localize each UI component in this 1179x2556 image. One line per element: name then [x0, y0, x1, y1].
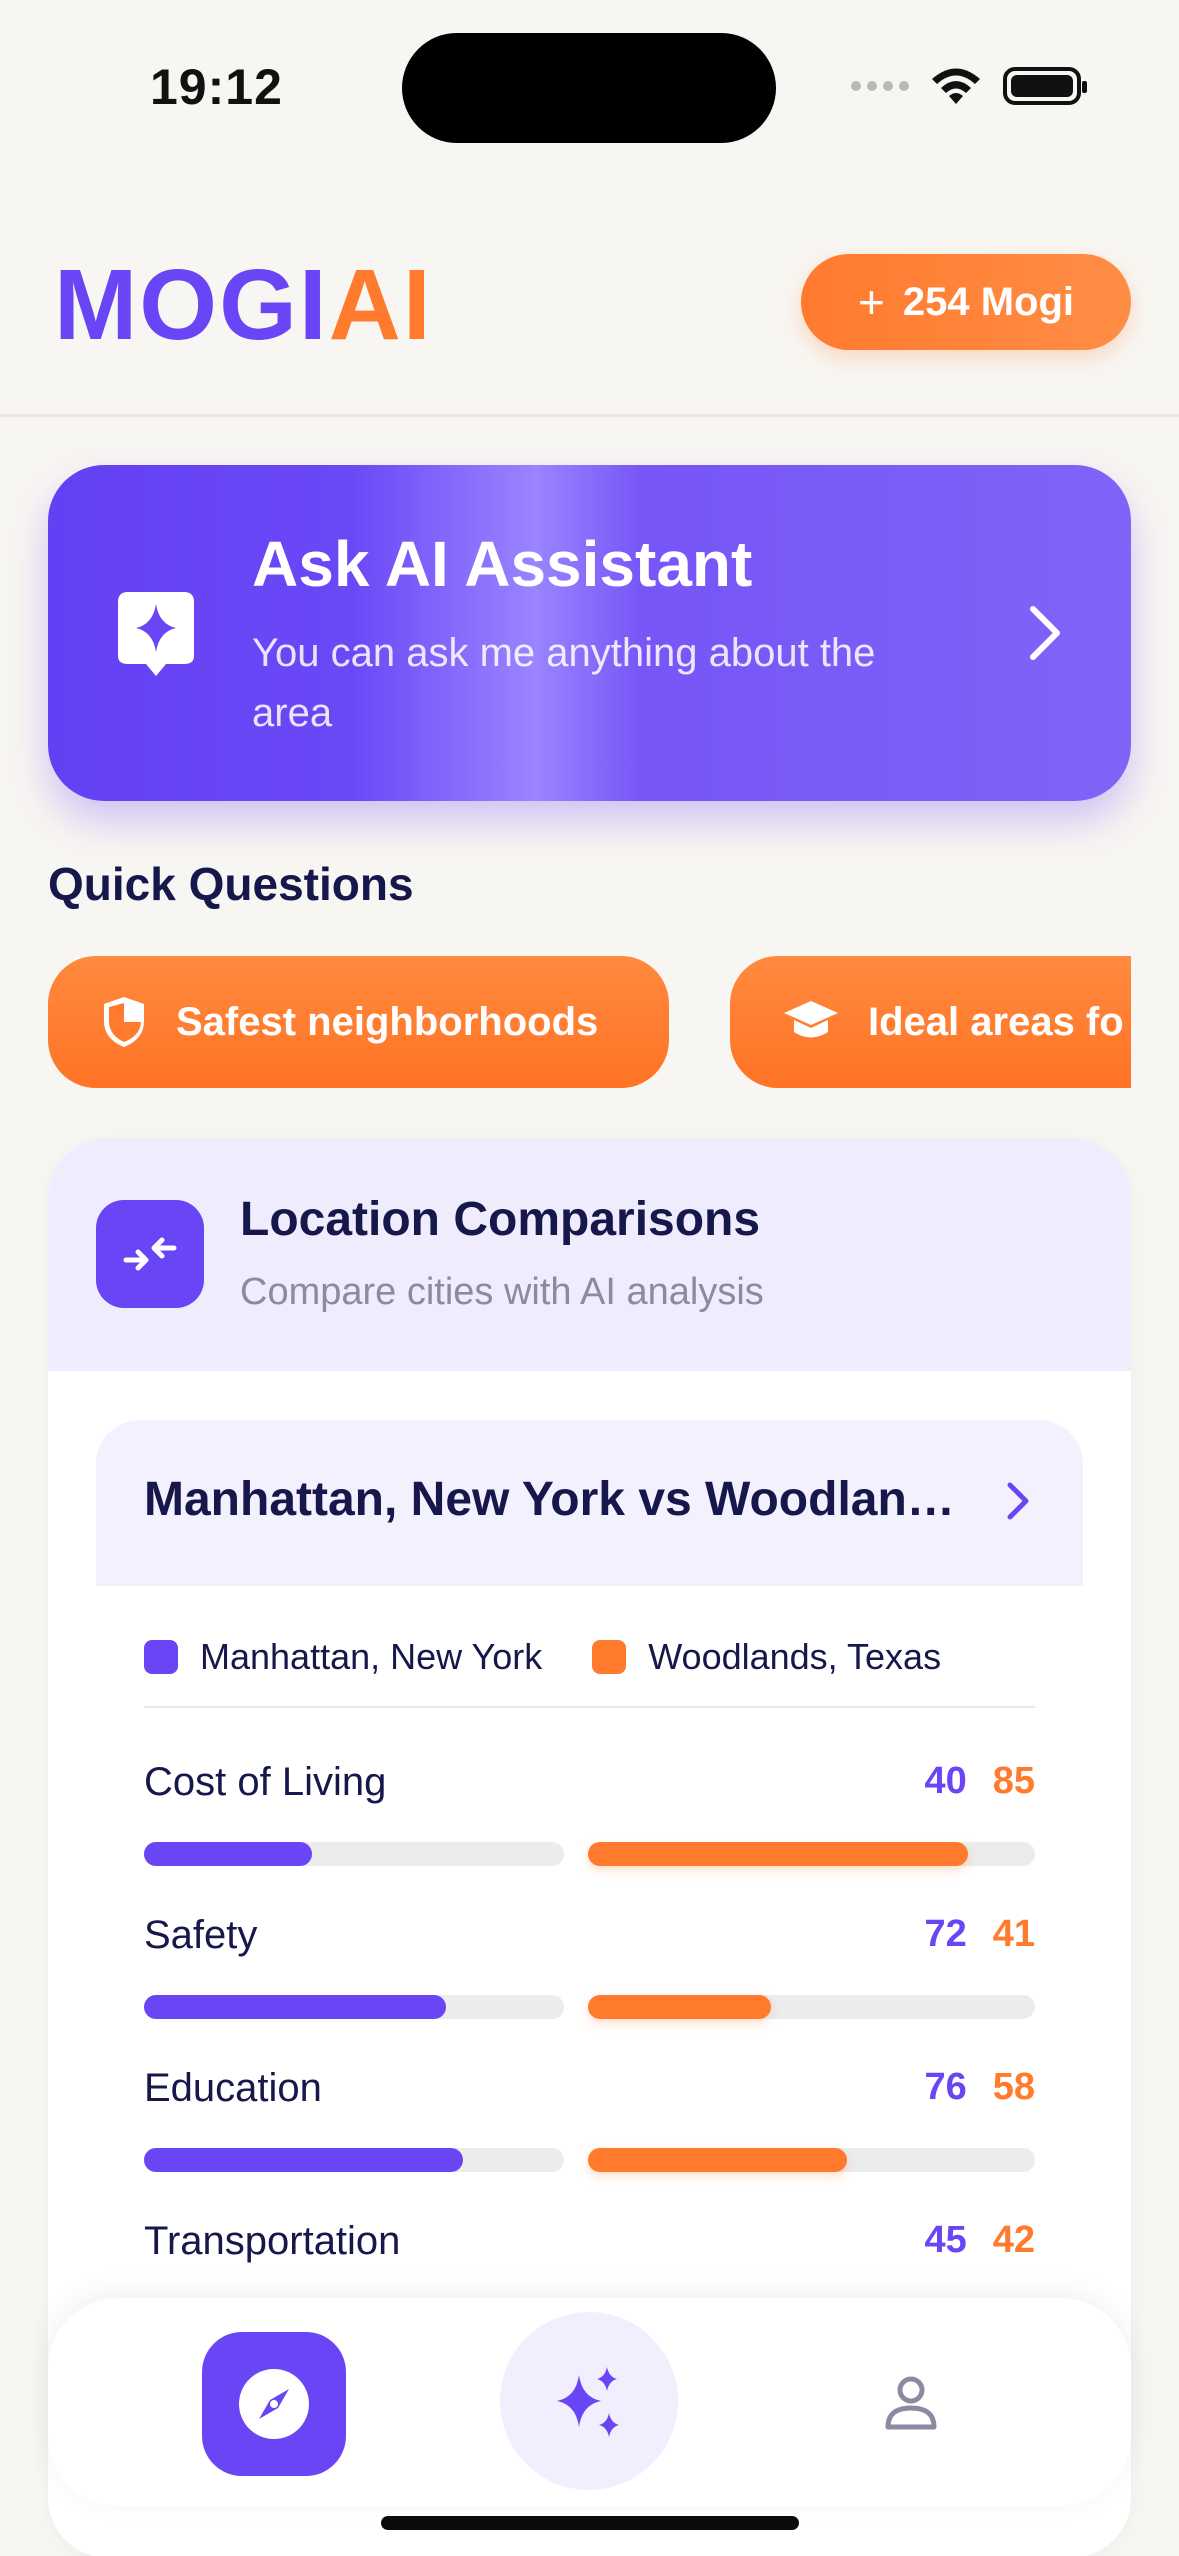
- metric-bar-a: [144, 1995, 564, 2019]
- home-indicator: [381, 2516, 799, 2530]
- battery-icon: [1003, 67, 1087, 105]
- legend-label: Manhattan, New York: [200, 1636, 543, 1677]
- wifi-icon: [932, 68, 980, 104]
- legend-item-b: Woodlands, Texas: [592, 1636, 941, 1678]
- metric-value-a: 72: [924, 1913, 967, 1955]
- metric-bar-a: [144, 2148, 564, 2172]
- status-time: 19:12: [150, 59, 283, 115]
- app-logo: MOGIAI: [54, 248, 433, 363]
- metric-label: Transportation: [144, 2219, 401, 2263]
- comparisons-title: Location Comparisons: [240, 1193, 761, 1246]
- legend-label: Woodlands, Texas: [648, 1636, 942, 1677]
- quick-questions-list[interactable]: Safest neighborhoods Ideal areas fo: [48, 956, 1131, 1091]
- metric-value-b: 41: [992, 1913, 1035, 1955]
- sparkle-chat-icon: [118, 592, 194, 676]
- compass-icon: [239, 2369, 309, 2439]
- tab-ai[interactable]: [500, 2312, 678, 2490]
- metric-label: Education: [144, 2066, 322, 2110]
- metric-values: 72 41: [924, 1913, 1035, 1956]
- metric-value-b: 58: [992, 2066, 1035, 2108]
- dynamic-island: [402, 33, 776, 143]
- sparkles-icon: [557, 2367, 619, 2437]
- metric-value-a: 40: [924, 1760, 967, 1802]
- metric-value-a: 76: [924, 2066, 967, 2108]
- legend-swatch: [144, 1640, 178, 1674]
- comparison-pair-title: Manhattan, New York vs Woodlands, Texas: [144, 1473, 984, 1526]
- metric-bar-b: [588, 1842, 1035, 1866]
- metric-values: 76 58: [924, 2066, 1035, 2109]
- metric-values: 40 85: [924, 1760, 1035, 1803]
- status-icons: [851, 66, 1087, 106]
- bottom-tab-bar: [48, 2298, 1131, 2506]
- logo-part-mogi: MOGI: [54, 249, 329, 361]
- metric-bar-b: [588, 2148, 1035, 2172]
- metric-label: Cost of Living: [144, 1760, 387, 1804]
- metric-row: Safety 72 41: [144, 1913, 1035, 2033]
- ask-ai-title: Ask AI Assistant: [252, 528, 753, 600]
- cellular-signal-icon: [851, 81, 909, 91]
- legend-item-a: Manhattan, New York: [144, 1636, 542, 1678]
- metric-bar-b: [588, 1995, 1035, 2019]
- plus-icon: +: [857, 276, 885, 328]
- chip-safest-neighborhoods[interactable]: Safest neighborhoods: [48, 956, 669, 1088]
- header-divider: [0, 414, 1179, 417]
- legend-divider: [144, 1706, 1035, 1708]
- legend-swatch: [592, 1640, 627, 1674]
- shield-icon: [104, 997, 144, 1047]
- tab-explore[interactable]: [202, 2332, 346, 2476]
- graduation-cap-icon: [784, 1001, 838, 1038]
- metric-row: Education 76 58: [144, 2066, 1035, 2186]
- comparisons-subtitle: Compare cities with AI analysis: [240, 1271, 764, 1313]
- compare-arrows-icon: [96, 1200, 204, 1308]
- logo-part-ai: AI: [328, 249, 433, 361]
- ask-ai-assistant-card[interactable]: Ask AI Assistant You can ask me anything…: [48, 465, 1131, 801]
- chip-label: Safest neighborhoods: [176, 999, 599, 1044]
- ask-ai-subtitle: You can ask me anything about the area: [252, 631, 876, 735]
- comparisons-header: Location Comparisons Compare cities with…: [48, 1138, 1131, 1371]
- credits-button[interactable]: + 254 Mogi: [801, 254, 1131, 350]
- comparison-legend: Manhattan, New York Woodlands, Texas: [144, 1636, 991, 1678]
- metric-value-b: 85: [992, 1760, 1035, 1802]
- quick-questions-title: Quick Questions: [48, 858, 414, 910]
- metric-value-b: 42: [992, 2219, 1035, 2261]
- tab-profile[interactable]: [866, 2358, 956, 2448]
- metric-values: 45 42: [924, 2219, 1035, 2262]
- user-icon: [885, 2376, 937, 2430]
- metric-value-a: 45: [924, 2219, 967, 2261]
- metric-bar-a: [144, 1842, 564, 1866]
- credits-label: 254 Mogi: [902, 279, 1075, 324]
- chip-label: Ideal areas fo: [868, 999, 1124, 1044]
- metric-label: Safety: [144, 1913, 258, 1957]
- chip-ideal-areas[interactable]: Ideal areas fo: [730, 956, 1131, 1088]
- chevron-right-icon: [1007, 1482, 1029, 1520]
- comparison-pair-header[interactable]: Manhattan, New York vs Woodlands, Texas: [96, 1420, 1083, 1586]
- metric-row: Cost of Living 40 85: [144, 1760, 1035, 1880]
- chevron-right-icon: [1030, 606, 1060, 660]
